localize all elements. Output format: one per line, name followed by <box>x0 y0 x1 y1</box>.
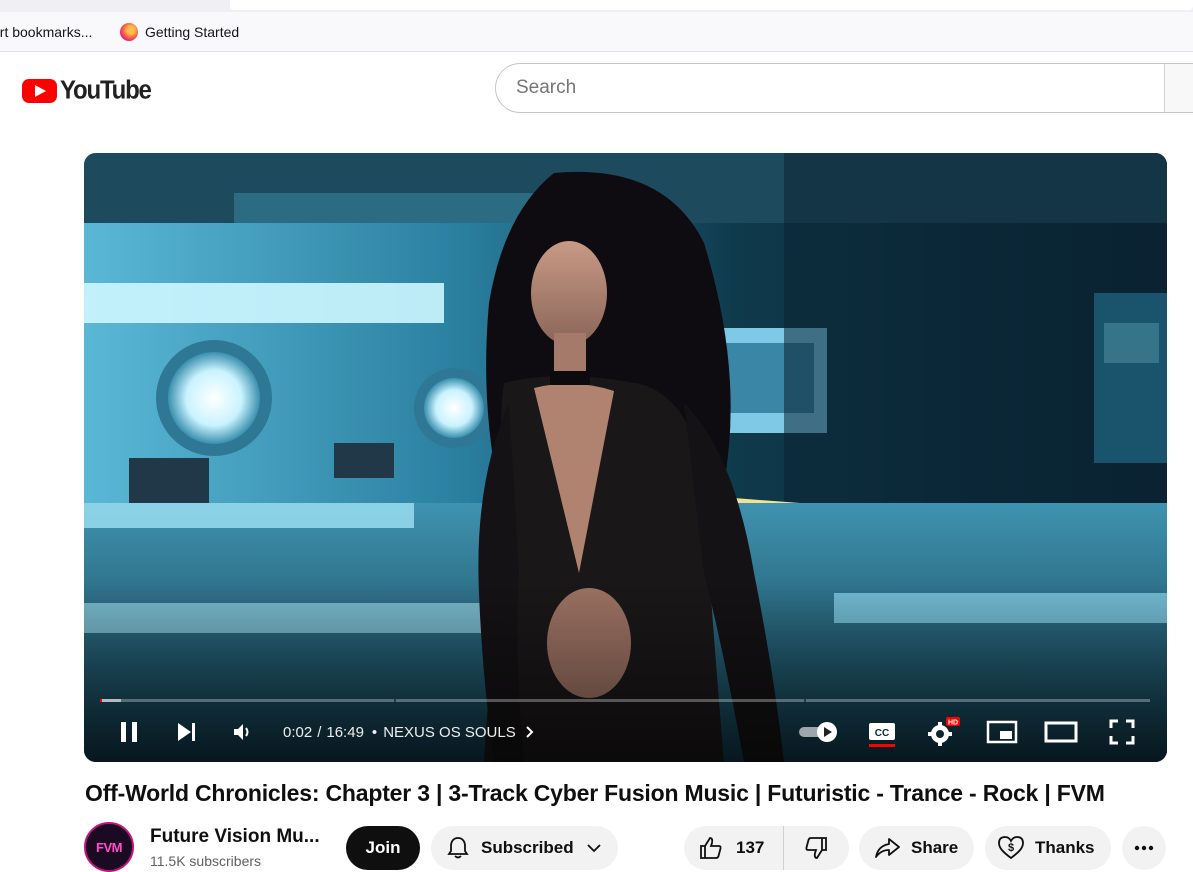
join-label: Join <box>365 838 401 857</box>
theater-icon <box>1044 721 1078 743</box>
browser-toolbar <box>0 0 1193 12</box>
dislike-button[interactable] <box>784 826 848 870</box>
time-display: 0:02 / 16:49 • NEXUS OS SOULS <box>283 708 538 756</box>
captions-button[interactable]: CC <box>860 708 904 756</box>
volume-icon <box>234 724 249 740</box>
video-frame <box>84 153 1167 762</box>
avatar-text: FVM <box>96 839 122 855</box>
super-thanks-icon: $ <box>998 836 1024 860</box>
bookmark-getting-started-label: Getting Started <box>145 23 240 40</box>
share-button[interactable]: Share <box>859 826 974 870</box>
like-dislike-group: 137 <box>684 826 849 870</box>
volume-button[interactable] <box>222 708 264 756</box>
channel-name[interactable]: Future Vision Mu... <box>150 826 320 848</box>
pause-icon <box>121 722 137 742</box>
search-button[interactable] <box>1164 64 1193 112</box>
youtube-logo[interactable]: YouTube <box>22 75 152 106</box>
video-player[interactable]: 0:02 / 16:49 • NEXUS OS SOULS CC HD <box>84 153 1167 762</box>
fullscreen-icon <box>1109 719 1135 745</box>
logo-text: YouTube <box>60 75 152 106</box>
chevron-down-icon <box>586 844 601 853</box>
chevron-right-icon <box>526 726 534 738</box>
more-actions-button[interactable] <box>1122 826 1166 870</box>
channel-avatar[interactable]: FVM <box>84 822 134 872</box>
subscriber-count: 11.5K subscribers <box>150 853 262 869</box>
hd-badge: HD <box>948 720 958 727</box>
time-current: 0:02 <box>283 723 313 741</box>
settings-button[interactable]: HD <box>920 708 964 756</box>
like-count: 137 <box>736 838 765 857</box>
progress-played <box>100 699 103 702</box>
masthead: YouTube <box>0 53 1193 125</box>
join-button[interactable]: Join <box>346 826 420 870</box>
bookmarks-toolbar: ort bookmarks... Getting Started <box>0 12 1193 52</box>
bell-icon <box>447 837 469 859</box>
chapter-break <box>803 699 806 702</box>
youtube-play-icon <box>22 79 57 103</box>
chapter-name: NEXUS OS SOULS <box>383 723 516 741</box>
progress-bar[interactable] <box>100 699 1150 702</box>
subscribed-label: Subscribed <box>481 838 574 857</box>
like-button[interactable]: 137 <box>684 826 784 870</box>
more-horizontal-icon <box>1134 845 1154 851</box>
svg-text:CC: CC <box>875 728 889 739</box>
thanks-button[interactable]: $ Thanks <box>985 826 1111 870</box>
miniplayer-button[interactable] <box>980 708 1024 756</box>
svg-text:$: $ <box>1008 842 1014 854</box>
subscribed-button[interactable]: Subscribed <box>431 826 618 870</box>
progress-loaded <box>100 699 121 702</box>
thumbs-down-icon <box>805 837 827 859</box>
autoplay-toggle[interactable] <box>796 708 842 756</box>
thanks-label: Thanks <box>1035 838 1095 857</box>
time-total: 16:49 <box>326 723 364 741</box>
chapter-break <box>394 699 396 702</box>
pause-button[interactable] <box>108 708 150 756</box>
skip-next-icon <box>178 723 195 741</box>
address-bar[interactable] <box>230 0 1193 10</box>
player-controls: 0:02 / 16:49 • NEXUS OS SOULS CC HD <box>84 708 1167 756</box>
theater-mode-button[interactable] <box>1039 708 1083 756</box>
thumbs-up-icon <box>700 837 722 859</box>
bookmark-getting-started[interactable]: Getting Started <box>114 18 245 46</box>
search-input[interactable] <box>516 77 1156 99</box>
search-box <box>495 63 1193 113</box>
miniplayer-icon <box>986 720 1018 744</box>
autoplay-icon <box>799 722 837 742</box>
chapter-dot: • <box>371 723 378 741</box>
time-separator: / <box>317 723 322 741</box>
bookmark-import-label: ort bookmarks... <box>0 23 93 40</box>
video-title: Off-World Chronicles: Chapter 3 | 3-Trac… <box>85 780 1105 806</box>
gear-icon: HD <box>928 717 960 746</box>
share-label: Share <box>911 838 959 857</box>
bookmark-import[interactable]: ort bookmarks... <box>0 18 114 46</box>
captions-icon: CC <box>869 723 895 747</box>
firefox-icon <box>120 22 138 41</box>
next-button[interactable] <box>166 708 208 756</box>
fullscreen-button[interactable] <box>1100 708 1144 756</box>
share-icon <box>875 838 900 858</box>
chapter-title[interactable]: • NEXUS OS SOULS <box>372 724 538 741</box>
